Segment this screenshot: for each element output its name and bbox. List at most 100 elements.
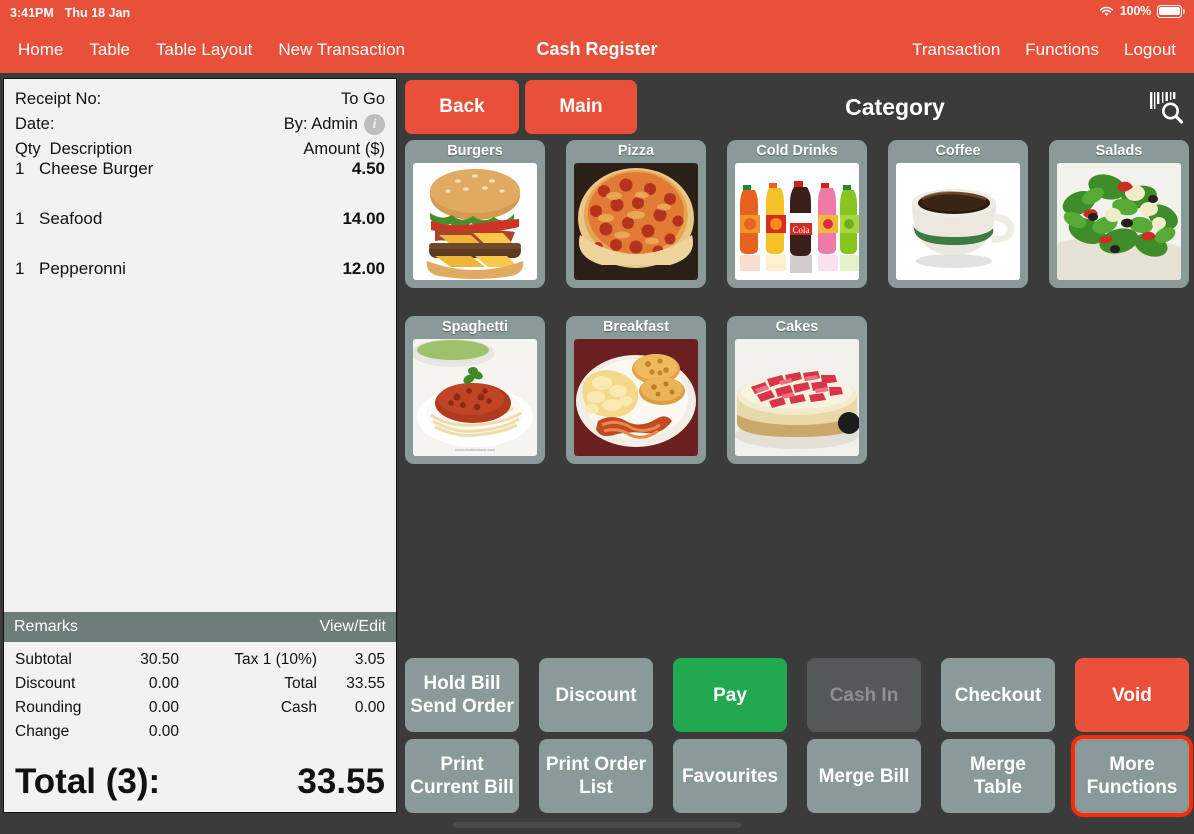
status-bar-right: 100% (1099, 4, 1185, 18)
discount-button[interactable]: Discount (539, 658, 653, 732)
receipt-no-row: Receipt No: To Go (15, 87, 385, 112)
salad-image (1057, 163, 1181, 280)
category-tile-label: Spaghetti (441, 319, 509, 335)
hold-bill-send-order-button[interactable]: Hold Bill Send Order (405, 658, 519, 732)
receipt-panel: Receipt No: To Go Date: By: Admin i Qty … (3, 78, 397, 813)
void-button[interactable]: Void (1075, 658, 1189, 732)
status-bar-left: 3:41PM Thu 18 Jan (10, 6, 130, 20)
grand-total-label: Total (3): (15, 762, 161, 801)
category-tile-label: Coffee (935, 143, 981, 159)
category-tile-coffee[interactable]: Coffee (888, 140, 1028, 288)
burger-image (413, 163, 537, 280)
remarks-label: Remarks (14, 618, 79, 635)
pizza-image (574, 163, 698, 280)
grand-total-row: Total (3): 33.55 (4, 744, 396, 812)
category-tile-label: Cakes (775, 319, 819, 335)
category-tile-pizza[interactable]: Pizza (566, 140, 706, 288)
category-tile-cakes[interactable]: Cakes (727, 316, 867, 464)
category-tile-breakfast[interactable]: Breakfast (566, 316, 706, 464)
item-amount: 4.50 (351, 159, 385, 178)
item-qty: 1 (15, 159, 25, 178)
receipt-date-row: Date: By: Admin i (15, 112, 385, 137)
cash-in-button: Cash In (807, 658, 921, 732)
receipt-date-label: Date: (15, 115, 55, 133)
category-tile-salads[interactable]: Salads (1049, 140, 1189, 288)
nav-item-table-layout[interactable]: Table Layout (156, 40, 252, 60)
table-row[interactable]: 1 Pepperonni 12.00 (15, 259, 385, 309)
category-tile-label: Pizza (617, 143, 655, 159)
item-description: Cheese Burger (39, 159, 154, 178)
receipt-items-list[interactable]: 1 Cheese Burger 4.50 1 Seafood 14.00 1 P… (4, 159, 396, 612)
nav-item-logout[interactable]: Logout (1124, 40, 1176, 60)
item-qty: 1 (15, 209, 25, 228)
item-description: Pepperonni (39, 259, 126, 278)
column-header-amount: Amount ($) (303, 140, 385, 158)
cashier-label: By: Admin (283, 115, 358, 133)
rounding-label: Rounding (15, 699, 82, 716)
pay-button[interactable]: Pay (673, 658, 787, 732)
more-functions-button[interactable]: More Functions (1075, 739, 1189, 813)
category-tile-spaghetti[interactable]: Spaghetti www.shutterstock.com (405, 316, 545, 464)
print-current-bill-button[interactable]: Print Current Bill (405, 739, 519, 813)
cash-value: 0.00 (354, 699, 385, 716)
category-tile-cold-drinks[interactable]: Cold Drinks Cola (727, 140, 867, 288)
home-indicator (453, 822, 741, 828)
back-button[interactable]: Back (405, 80, 519, 134)
rounding-value: 0.00 (148, 699, 179, 716)
svg-text:www.shutterstock.com: www.shutterstock.com (455, 447, 495, 452)
battery-icon (1157, 4, 1185, 18)
change-label: Change (15, 723, 70, 740)
order-type-value[interactable]: To Go (341, 87, 385, 112)
main-button[interactable]: Main (525, 80, 637, 134)
status-bar: 3:41PM Thu 18 Jan 100% (0, 0, 1194, 26)
breakfast-image (574, 339, 698, 456)
category-tile-label: Cold Drinks (756, 143, 838, 159)
soda-bottles-image: Cola (735, 163, 859, 280)
nav-item-functions[interactable]: Functions (1025, 40, 1099, 60)
navigation-right-group: Transaction Functions Logout (912, 26, 1176, 73)
spaghetti-image: www.shutterstock.com (413, 339, 537, 456)
remarks-view-edit-link[interactable]: View/Edit (320, 618, 386, 636)
receipt-column-headers: Qty Description Amount ($) (4, 137, 396, 159)
wifi-icon (1099, 6, 1114, 18)
category-tile-burgers[interactable]: Burgers (405, 140, 545, 288)
navigation-bar: Home Table Table Layout New Transaction … (0, 26, 1194, 73)
nav-item-table[interactable]: Table (89, 40, 130, 60)
info-icon[interactable]: i (364, 114, 385, 135)
category-section-title: Category (845, 93, 945, 120)
merge-bill-button[interactable]: Merge Bill (807, 739, 921, 813)
nav-item-new-transaction[interactable]: New Transaction (278, 40, 405, 60)
battery-percent: 100% (1119, 4, 1151, 18)
tax-value: 3.05 (354, 651, 385, 668)
subtotal-value: 30.50 (140, 651, 179, 668)
category-tile-label: Breakfast (602, 319, 670, 335)
item-amount: 12.00 (342, 259, 385, 278)
merge-table-button[interactable]: Merge Table (941, 739, 1055, 813)
nav-item-transaction[interactable]: Transaction (912, 40, 1000, 60)
status-date: Thu 18 Jan (64, 6, 131, 20)
tax-label: Tax 1 (10%) (234, 651, 317, 668)
cash-label: Cash (280, 699, 317, 716)
item-amount: 14.00 (342, 209, 385, 228)
cheesecake-image (735, 339, 859, 456)
category-tile-label: Salads (1095, 143, 1143, 159)
remarks-bar[interactable]: Remarks View/Edit (4, 612, 396, 642)
status-time: 3:41PM (10, 6, 54, 20)
favourites-button[interactable]: Favourites (673, 739, 787, 813)
total-label: Total (284, 675, 317, 692)
discount-value: 0.00 (148, 675, 179, 692)
barcode-scan-search-icon[interactable] (1146, 88, 1186, 126)
change-value: 0.00 (148, 723, 179, 740)
print-order-list-button[interactable]: Print Order List (539, 739, 653, 813)
total-value: 33.55 (346, 675, 385, 692)
column-header-description: Description (49, 140, 133, 158)
subtotal-label: Subtotal (15, 651, 72, 668)
totals-grid: Subtotal 30.50 Tax 1 (10%) 3.05 Discount… (15, 648, 385, 744)
item-description: Seafood (39, 209, 103, 228)
nav-item-home[interactable]: Home (18, 40, 63, 60)
table-row[interactable]: 1 Cheese Burger 4.50 (15, 159, 385, 209)
svg-text:Cola: Cola (793, 225, 810, 235)
checkout-button[interactable]: Checkout (941, 658, 1055, 732)
coffee-cup-image (896, 163, 1020, 280)
table-row[interactable]: 1 Seafood 14.00 (15, 209, 385, 259)
